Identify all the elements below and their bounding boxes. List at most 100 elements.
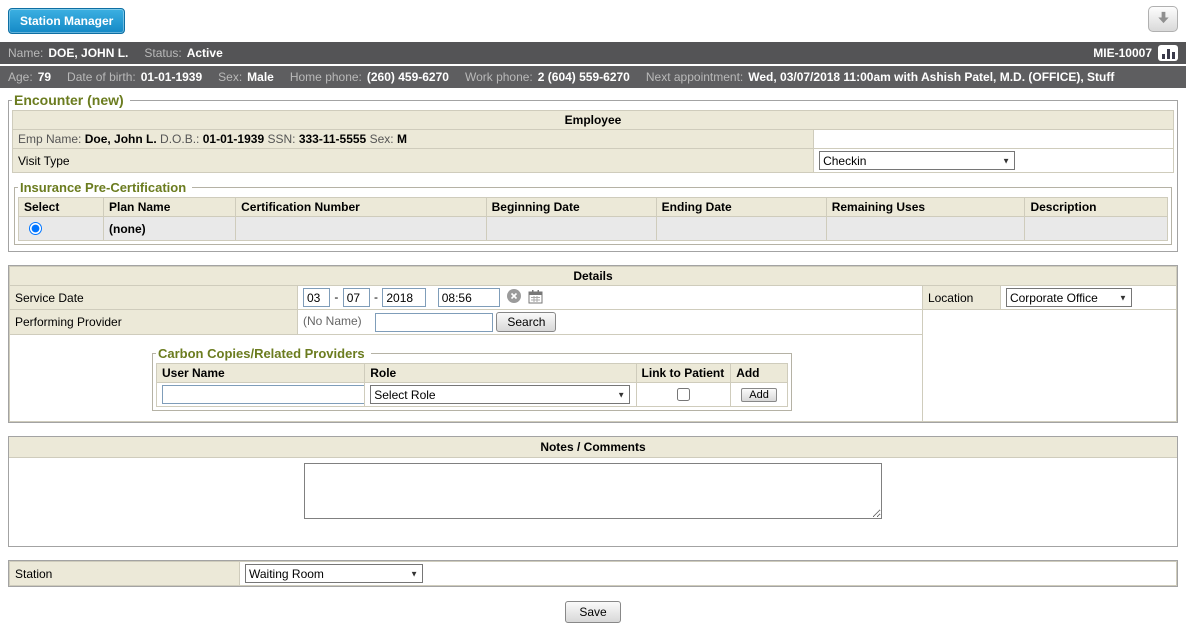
station-label: Station [10,562,240,586]
next-appointment-label: Next appointment: [646,70,743,84]
work-phone-label: Work phone: [465,70,533,84]
download-button[interactable] [1148,6,1178,32]
link-to-patient-checkbox[interactable] [677,388,690,401]
emp-ssn-label: SSN: [267,132,295,146]
insurance-precert-legend: Insurance Pre-Certification [18,180,192,195]
carbon-copies-section: Carbon Copies/Related Providers User Nam… [152,346,792,411]
location-label: Location [922,286,1000,310]
service-date-month-input[interactable] [303,288,330,307]
provider-no-name: (No Name) [303,314,362,328]
station-cell: Waiting Room [240,562,1177,586]
visit-type-cell: Checkin [814,149,1174,173]
service-date-year-input[interactable] [382,288,426,307]
precert-none-radio[interactable] [29,222,42,235]
details-header: Details [10,267,1177,286]
col-header-user-name: User Name [157,364,365,383]
age-value: 79 [38,70,51,84]
date-separator: - [374,290,378,304]
dob-label: Date of birth: [67,70,136,84]
calendar-icon [528,289,543,307]
emp-sex-value: M [397,132,407,146]
save-bar: Save [0,601,1186,623]
provider-search-input[interactable] [375,313,493,332]
provider-search-button[interactable]: Search [496,312,556,332]
col-header-link-to-patient: Link to Patient [636,364,731,383]
performing-provider-cell: (No Name) Search [298,310,923,335]
employee-info-spacer [814,130,1174,149]
precert-row: (none) [19,217,1168,241]
notes-textarea[interactable] [304,463,882,519]
col-header-plan-name: Plan Name [104,198,236,217]
service-date-label: Service Date [10,286,298,310]
service-date-cell: - - [298,286,923,310]
col-header-beginning-date: Beginning Date [486,198,656,217]
encounter-legend: Encounter (new) [12,92,130,108]
col-header-select: Select [19,198,104,217]
sex-value: Male [247,70,274,84]
sex-label: Sex: [218,70,242,84]
home-phone-value: (260) 459-6270 [367,70,449,84]
chart-id-value: MIE-10007 [1093,46,1152,60]
clear-date-button[interactable] [507,289,521,306]
cc-user-name-input[interactable] [162,385,365,404]
visit-type-select[interactable]: Checkin [819,151,1015,170]
col-header-certification-number: Certification Number [236,198,486,217]
status-label: Status: [144,46,181,60]
insurance-precert-section: Insurance Pre-Certification Select Plan … [14,180,1172,245]
precert-select-cell [19,217,104,241]
col-header-description: Description [1025,198,1168,217]
status-value: Active [187,46,223,60]
details-table: Details Service Date - - [9,266,1177,422]
carbon-copies-legend: Carbon Copies/Related Providers [156,346,371,361]
cc-add-button[interactable]: Add [741,388,777,402]
employee-table: Employee Emp Name: Doe, John L. D.O.B.: … [12,110,1174,173]
station-table: Station Waiting Room [9,561,1177,586]
next-appointment-value: Wed, 03/07/2018 11:00am with Ashish Pate… [748,70,1114,84]
emp-ssn-value: 333-11-5555 [299,132,366,146]
location-cell: Corporate Office [1000,286,1176,310]
save-button[interactable]: Save [565,601,620,623]
emp-dob-label: D.O.B.: [160,132,199,146]
service-date-day-input[interactable] [343,288,370,307]
patient-name-value: DOE, JOHN L. [48,46,128,60]
name-label: Name: [8,46,43,60]
carbon-copies-row: Select Role Add [157,383,788,407]
details-right-spacer [922,310,1176,422]
service-time-input[interactable] [438,288,500,307]
station-manager-button[interactable]: Station Manager [8,8,125,34]
top-toolbar: Station Manager [0,0,1186,42]
encounter-section: Encounter (new) Employee Emp Name: Doe, … [8,92,1178,252]
date-separator: - [334,290,338,304]
col-header-add: Add [731,364,788,383]
notes-body [9,458,1177,546]
calendar-button[interactable] [528,289,543,307]
cc-role-select[interactable]: Select Role [370,385,630,404]
location-select[interactable]: Corporate Office [1006,288,1132,307]
details-section: Details Service Date - - [8,265,1178,423]
insurance-precert-table: Select Plan Name Certification Number Be… [18,197,1168,241]
age-label: Age: [8,70,33,84]
notes-section: Notes / Comments [8,436,1178,547]
chart-stats-icon[interactable] [1158,45,1178,61]
employee-info: Emp Name: Doe, John L. D.O.B.: 01-01-193… [13,130,814,149]
col-header-remaining-uses: Remaining Uses [826,198,1025,217]
emp-dob-value: 01-01-1939 [203,132,264,146]
col-header-ending-date: Ending Date [656,198,826,217]
station-section: Station Waiting Room [8,560,1178,587]
precert-plan-name: (none) [104,217,236,241]
patient-info-bar: Age: 79 Date of birth: 01-01-1939 Sex: M… [0,66,1186,88]
emp-name-value: Doe, John L. [85,132,157,146]
carbon-copies-cell: Carbon Copies/Related Providers User Nam… [10,335,923,422]
employee-header: Employee [13,111,1174,130]
col-header-role: Role [365,364,636,383]
dob-value: 01-01-1939 [141,70,202,84]
carbon-copies-table: User Name Role Link to Patient Add [156,363,788,407]
emp-name-label: Emp Name: [18,132,81,146]
notes-header: Notes / Comments [9,437,1177,458]
emp-sex-label: Sex: [370,132,394,146]
station-select[interactable]: Waiting Room [245,564,423,583]
download-icon [1156,10,1171,28]
work-phone-value: 2 (604) 559-6270 [538,70,630,84]
home-phone-label: Home phone: [290,70,362,84]
clear-icon [507,289,521,306]
